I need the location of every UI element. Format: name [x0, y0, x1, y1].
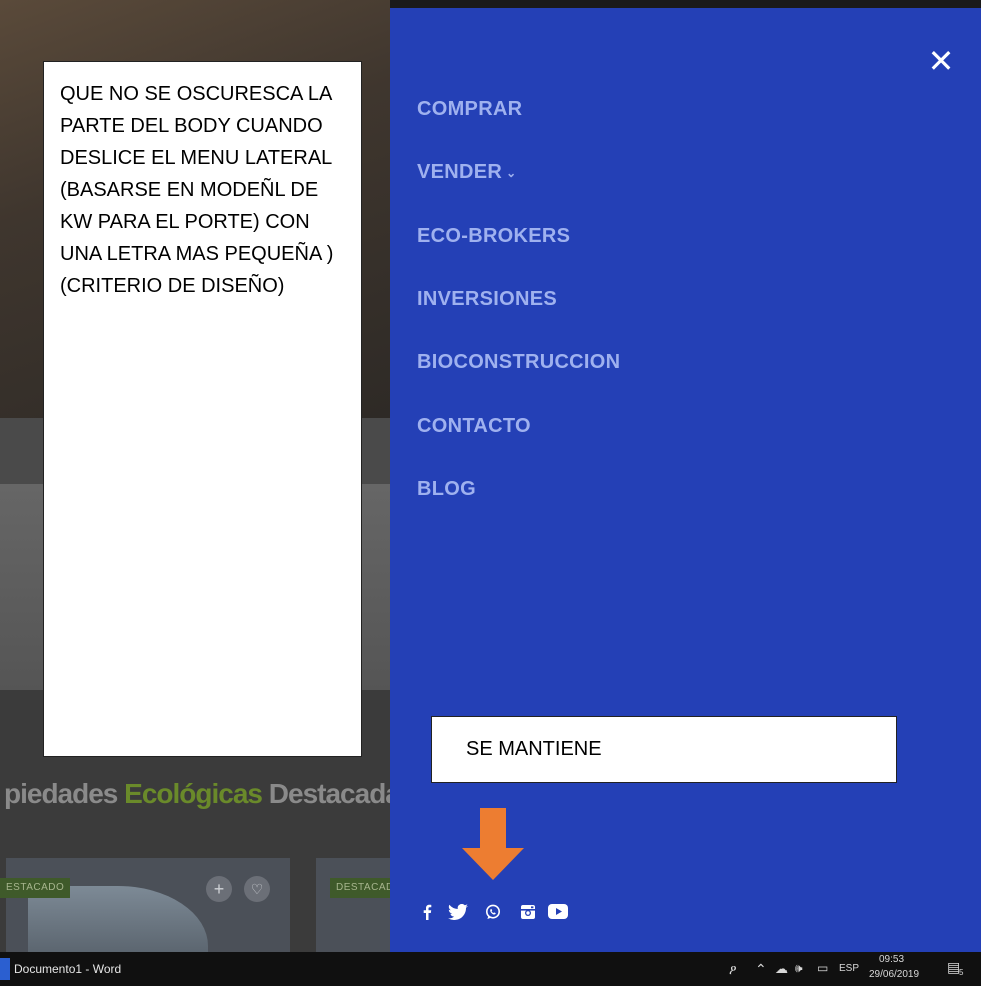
heart-icon[interactable]: ♡: [244, 876, 270, 902]
close-icon[interactable]: ✕: [926, 45, 956, 77]
twitter-icon[interactable]: [440, 903, 476, 925]
menu-item-label: BLOG: [417, 478, 476, 500]
system-tray: ዖ ⌃ ☁ 🕪 ▭ ESP 09:53 29/06/2019 ▤ 5: [721, 952, 981, 986]
annotation-arrow-icon: [462, 808, 524, 880]
property-card[interactable]: [316, 858, 390, 952]
menu-item-label: ECO-BROKERS: [417, 225, 571, 247]
youtube-icon[interactable]: [546, 904, 570, 925]
featured-badge: ESTACADO: [0, 878, 71, 898]
menu-item-contacto[interactable]: CONTACTO: [417, 415, 531, 438]
menu-item-comprar[interactable]: COMPRAR: [417, 98, 522, 121]
whatsapp-icon[interactable]: [476, 904, 510, 925]
annotation-note-right: SE MANTIENE: [431, 716, 897, 783]
add-icon[interactable]: +: [206, 876, 232, 902]
menu-item-label: COMPRAR: [417, 98, 523, 120]
clock-date[interactable]: 29/06/2019: [869, 969, 919, 980]
menu-item-label: BIOCONSTRUCCION: [417, 351, 621, 373]
taskbar-app-label: Documento1 - Word: [14, 962, 122, 976]
menu-item-bioconstruccion[interactable]: BIOCONSTRUCCION: [417, 351, 620, 374]
annotation-note-left: QUE NO SE OSCURESCA LA PARTE DEL BODY CU…: [43, 61, 362, 757]
clock-time[interactable]: 09:53: [879, 954, 904, 965]
notification-count: 5: [959, 968, 964, 977]
network-icon[interactable]: ▭: [817, 961, 828, 975]
menu-item-blog[interactable]: BLOG: [417, 478, 476, 501]
word-app-icon: [0, 958, 10, 980]
menu-item-label: INVERSIONES: [417, 288, 557, 310]
menu-item-eco-brokers[interactable]: ECO-BROKERS: [417, 225, 570, 248]
chevron-down-icon: ⌄: [506, 165, 517, 180]
featured-badge: DESTACAD: [330, 878, 390, 898]
menu-item-label: CONTACTO: [417, 415, 531, 437]
chevron-up-icon[interactable]: ⌃: [755, 961, 767, 978]
menu-item-vender[interactable]: VENDER ⌄: [417, 161, 517, 184]
taskbar-app-word[interactable]: Documento1 - Word: [0, 952, 121, 986]
facebook-icon[interactable]: [416, 904, 438, 925]
menu-item-label: VENDER: [417, 161, 503, 183]
windows-taskbar: Documento1 - Word ዖ ⌃ ☁ 🕪 ▭ ESP 09:53 29…: [0, 952, 981, 986]
volume-icon[interactable]: 🕪: [795, 961, 803, 976]
instagram-icon[interactable]: [510, 904, 546, 925]
section-heading: piedades Ecológicas Destacadas: [4, 778, 390, 809]
people-icon[interactable]: ዖ: [729, 962, 737, 978]
social-icons: [416, 903, 570, 925]
cloud-icon[interactable]: ☁: [775, 961, 788, 977]
menu-item-inversiones[interactable]: INVERSIONES: [417, 288, 557, 311]
language-indicator[interactable]: ESP: [839, 963, 859, 974]
